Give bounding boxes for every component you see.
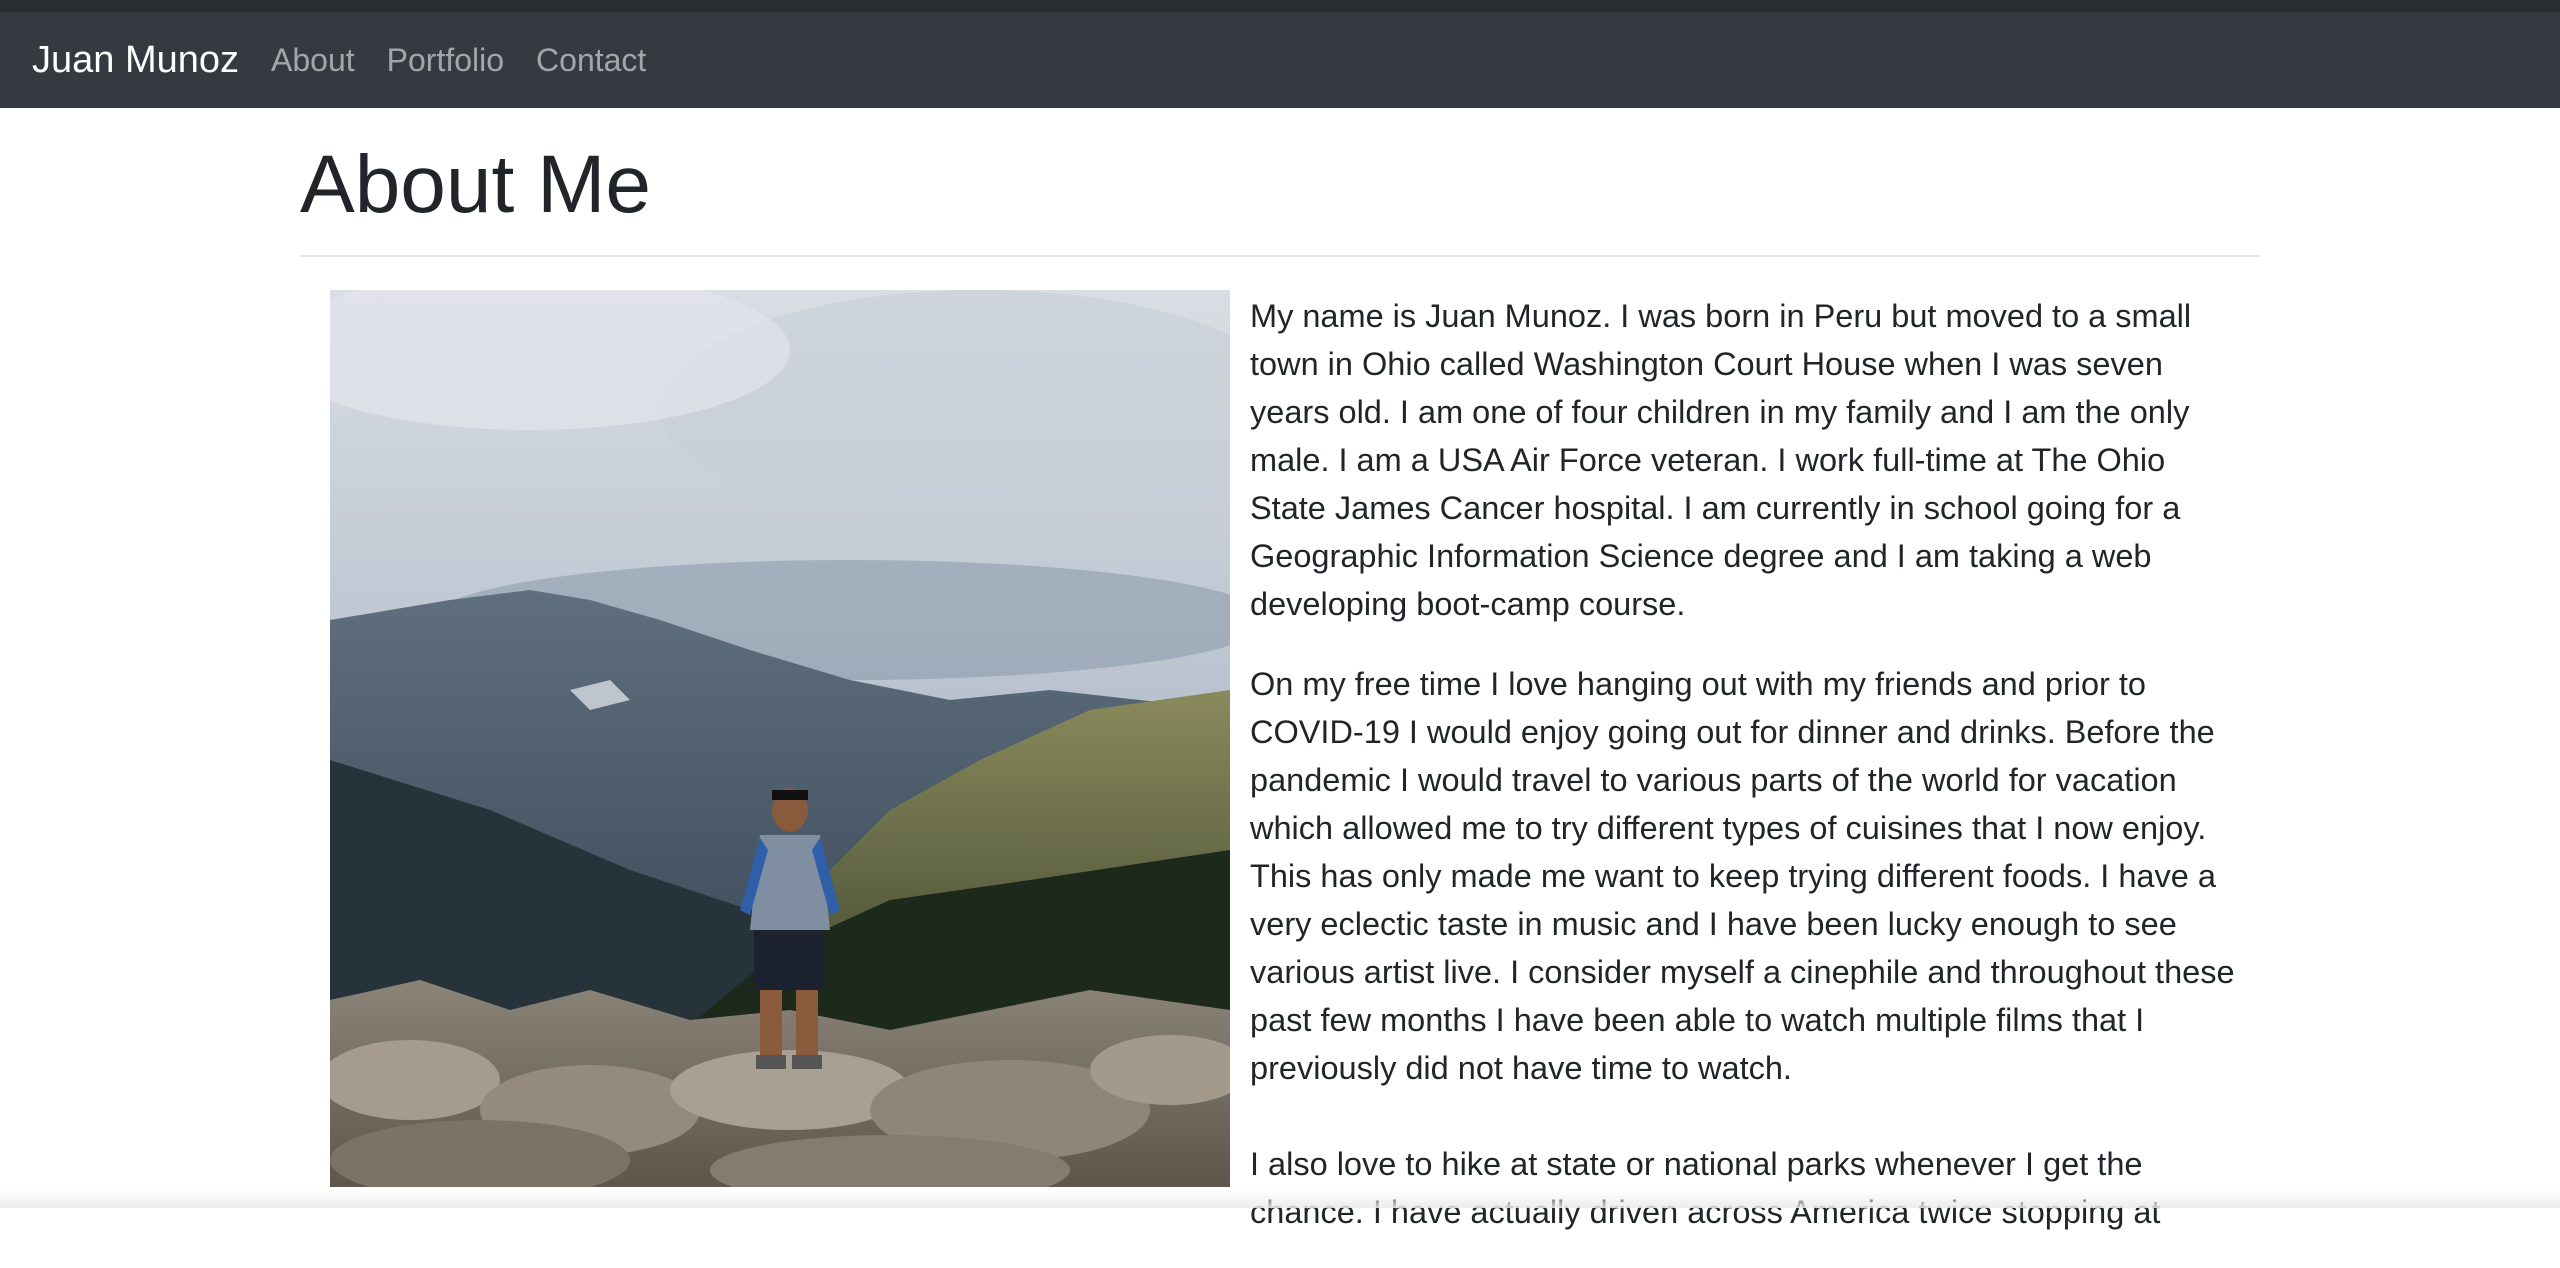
about-paragraph-3: I also love to hike at state or national… bbox=[1250, 1146, 2161, 1230]
navbar: Juan Munoz About Portfolio Contact bbox=[0, 12, 2560, 108]
about-text: My name is Juan Munoz. I was born in Per… bbox=[1250, 292, 2250, 1268]
about-paragraph-1: My name is Juan Munoz. I was born in Per… bbox=[1250, 298, 2192, 622]
main-container: About Me My name is Juan Munoz. I was bo… bbox=[300, 108, 2260, 1230]
nav-link-contact[interactable]: Contact bbox=[536, 42, 646, 79]
profile-photo bbox=[330, 290, 1230, 1187]
nav-link-about[interactable]: About bbox=[271, 42, 355, 79]
navbar-brand[interactable]: Juan Munoz bbox=[32, 39, 239, 82]
title-divider bbox=[300, 255, 2260, 257]
window-bottom-shadow bbox=[0, 1190, 2560, 1208]
nav-link-portfolio[interactable]: Portfolio bbox=[387, 42, 504, 79]
page-title: About Me bbox=[300, 139, 651, 230]
window-top-edge bbox=[0, 0, 2560, 12]
about-paragraph-2: On my free time I love hanging out with … bbox=[1250, 666, 2235, 1086]
